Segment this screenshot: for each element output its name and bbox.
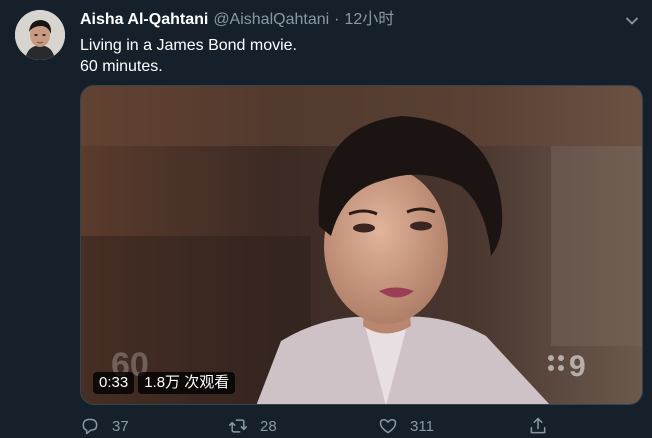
author-display-name[interactable]: Aisha Al-Qahtani — [80, 10, 208, 30]
like-count: 311 — [410, 417, 434, 435]
video-frame: 60 9 — [81, 86, 642, 404]
video-info-badges: 0:33 1.8万 次观看 — [93, 372, 236, 394]
retweet-button[interactable]: 28 — [228, 416, 277, 436]
retweet-icon — [228, 419, 248, 433]
heart-icon — [379, 419, 397, 434]
video-player[interactable]: 60 9 0:33 1.8万 次观看 — [80, 85, 643, 405]
reply-icon — [82, 418, 98, 435]
share-button[interactable] — [528, 416, 560, 436]
author-handle[interactable]: @AishalQahtani — [213, 10, 329, 30]
tweet-text: Living in a James Bond movie. 60 minutes… — [80, 35, 297, 77]
share-icon — [530, 417, 546, 434]
like-button[interactable]: 311 — [378, 416, 434, 436]
tweet-actions: 37 28 311 — [80, 416, 550, 438]
tweet-header: Aisha Al-Qahtani @AishalQahtani · 12小时 — [80, 10, 394, 30]
video-view-count: 1.8万 次观看 — [138, 372, 236, 394]
tweet-text-line: Living in a James Bond movie. — [80, 37, 297, 54]
retweet-count: 28 — [260, 417, 277, 435]
tweet-text-line: 60 minutes. — [80, 58, 163, 75]
reply-button[interactable]: 37 — [80, 416, 129, 436]
reply-count: 37 — [112, 417, 129, 435]
video-duration: 0:33 — [93, 372, 135, 394]
tweet[interactable]: Aisha Al-Qahtani @AishalQahtani · 12小时 L… — [0, 0, 652, 438]
tweet-timestamp[interactable]: 12小时 — [345, 10, 395, 30]
separator-dot: · — [334, 11, 340, 28]
chevron-down-icon[interactable] — [624, 13, 640, 29]
svg-text:9: 9 — [569, 350, 586, 383]
avatar[interactable] — [15, 10, 65, 60]
